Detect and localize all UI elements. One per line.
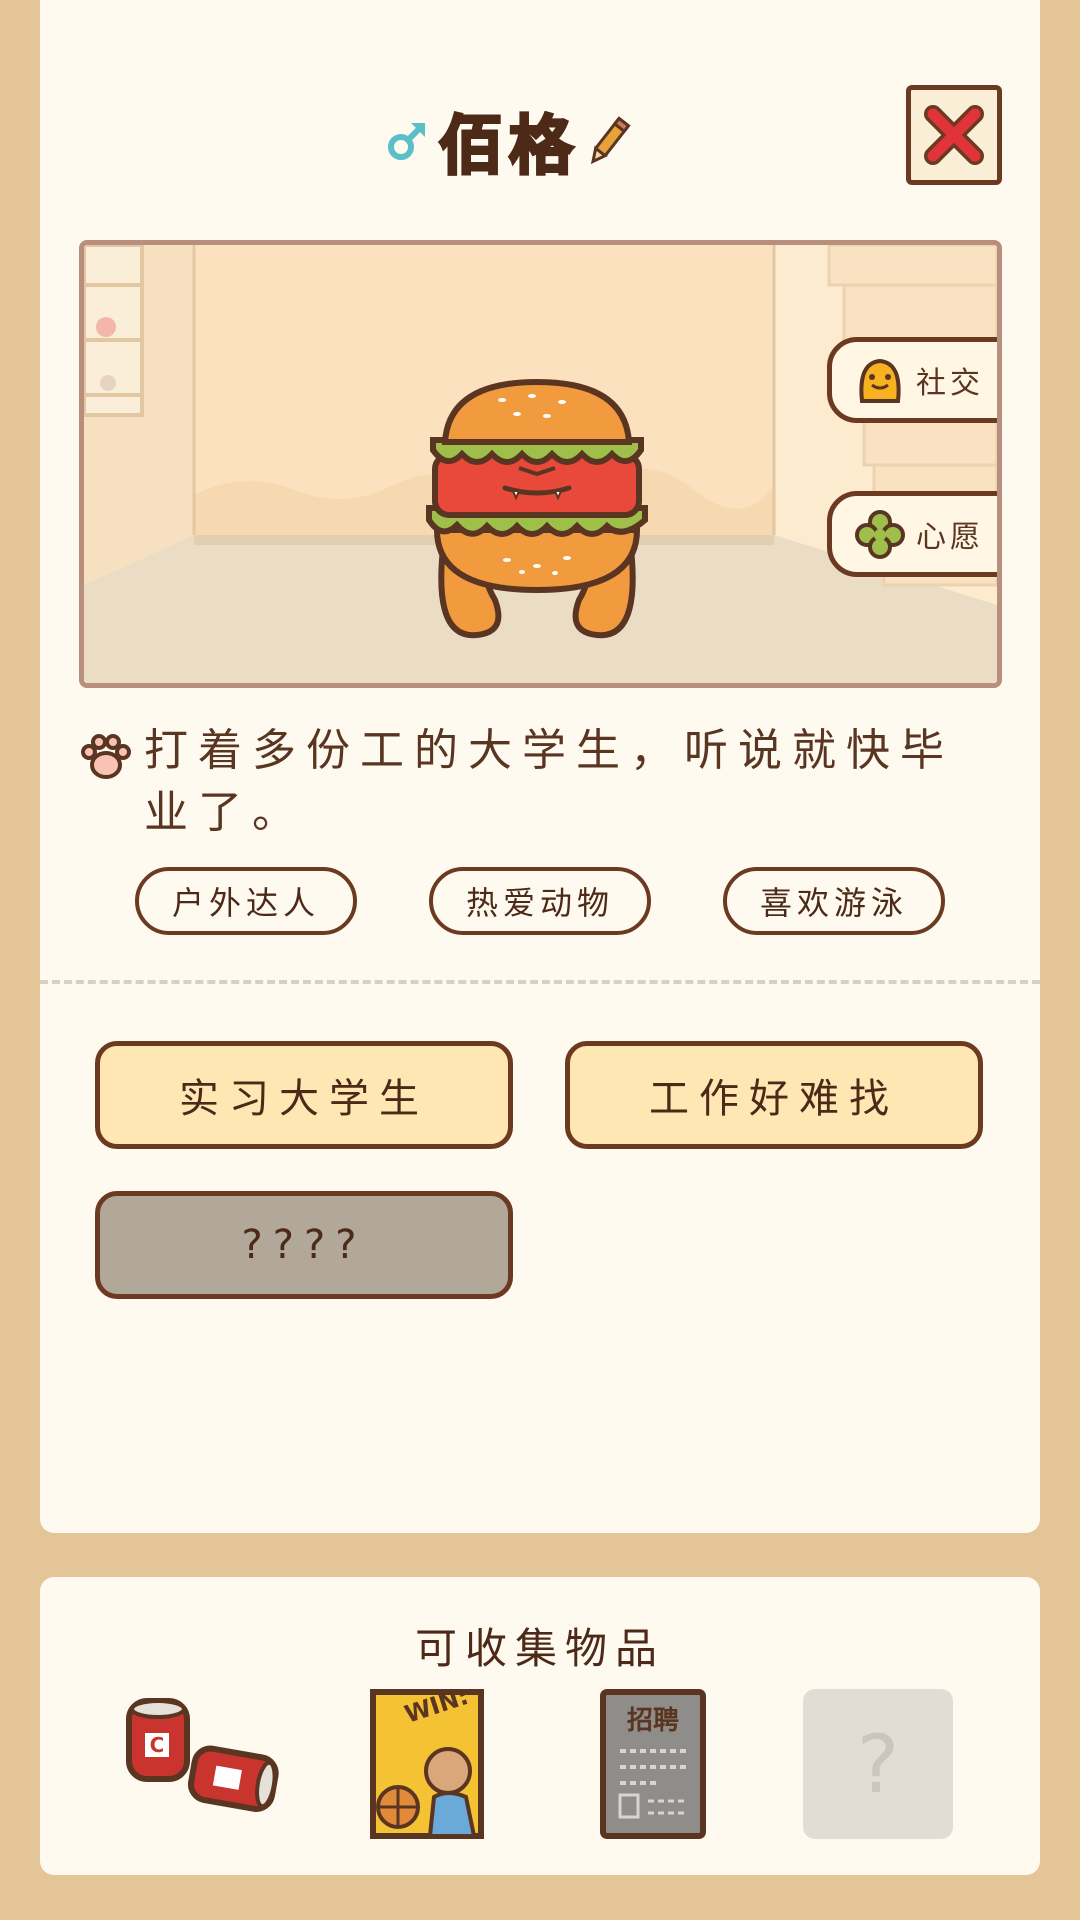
male-icon: [388, 123, 425, 160]
locked-item-icon[interactable]: ?: [803, 1689, 953, 1839]
dashed-divider: [40, 980, 1040, 984]
edit-pencil-icon[interactable]: [587, 113, 631, 169]
close-icon: [924, 105, 984, 165]
tag-outdoor: 户外达人: [135, 867, 357, 935]
trait-locked[interactable]: ????: [95, 1191, 513, 1299]
wish-label: 心愿: [916, 520, 984, 555]
wish-button[interactable]: 心愿: [827, 491, 997, 577]
paw-icon: [81, 734, 131, 779]
character-card: 佰格 社交 心愿 打着多份工的大学生，听说就快毕业了。 户外达人 热爱动物 喜欢…: [40, 0, 1040, 1533]
character-scene: 社交 心愿: [79, 240, 1002, 688]
header: 佰格: [40, 85, 1040, 195]
svg-text:C: C: [150, 1733, 165, 1757]
name-row: 佰格: [385, 95, 631, 187]
wish-clover-icon: [855, 510, 905, 559]
soda-cans-icon[interactable]: C: [125, 1695, 285, 1815]
social-button[interactable]: 社交: [827, 337, 997, 423]
trait-intern-student[interactable]: 实习大学生: [95, 1041, 513, 1149]
basketball-poster-icon[interactable]: WIN:: [370, 1689, 484, 1839]
trait-hard-to-find-job[interactable]: 工作好难找: [565, 1041, 983, 1149]
description: 打着多份工的大学生，听说就快毕业了。: [80, 720, 980, 844]
character-name: 佰格: [438, 109, 579, 186]
tag-list: 户外达人 热爱动物 喜欢游泳: [135, 867, 945, 935]
job-ad-text: 招聘: [627, 1706, 679, 1736]
job-ad-paper-icon[interactable]: 招聘: [600, 1689, 706, 1839]
collectibles-title: 可收集物品: [414, 1624, 665, 1673]
social-label: 社交: [916, 366, 984, 401]
close-button[interactable]: [906, 85, 1002, 185]
description-text: 打着多份工的大学生，听说就快毕业了。: [144, 725, 954, 838]
collectibles-card: 可收集物品 C WIN: 招聘 ?: [40, 1577, 1040, 1875]
tag-animal-lover: 热爱动物: [429, 867, 651, 935]
social-face-icon: [859, 358, 901, 403]
burger-character[interactable]: [407, 370, 667, 650]
tag-swimming: 喜欢游泳: [723, 867, 945, 935]
